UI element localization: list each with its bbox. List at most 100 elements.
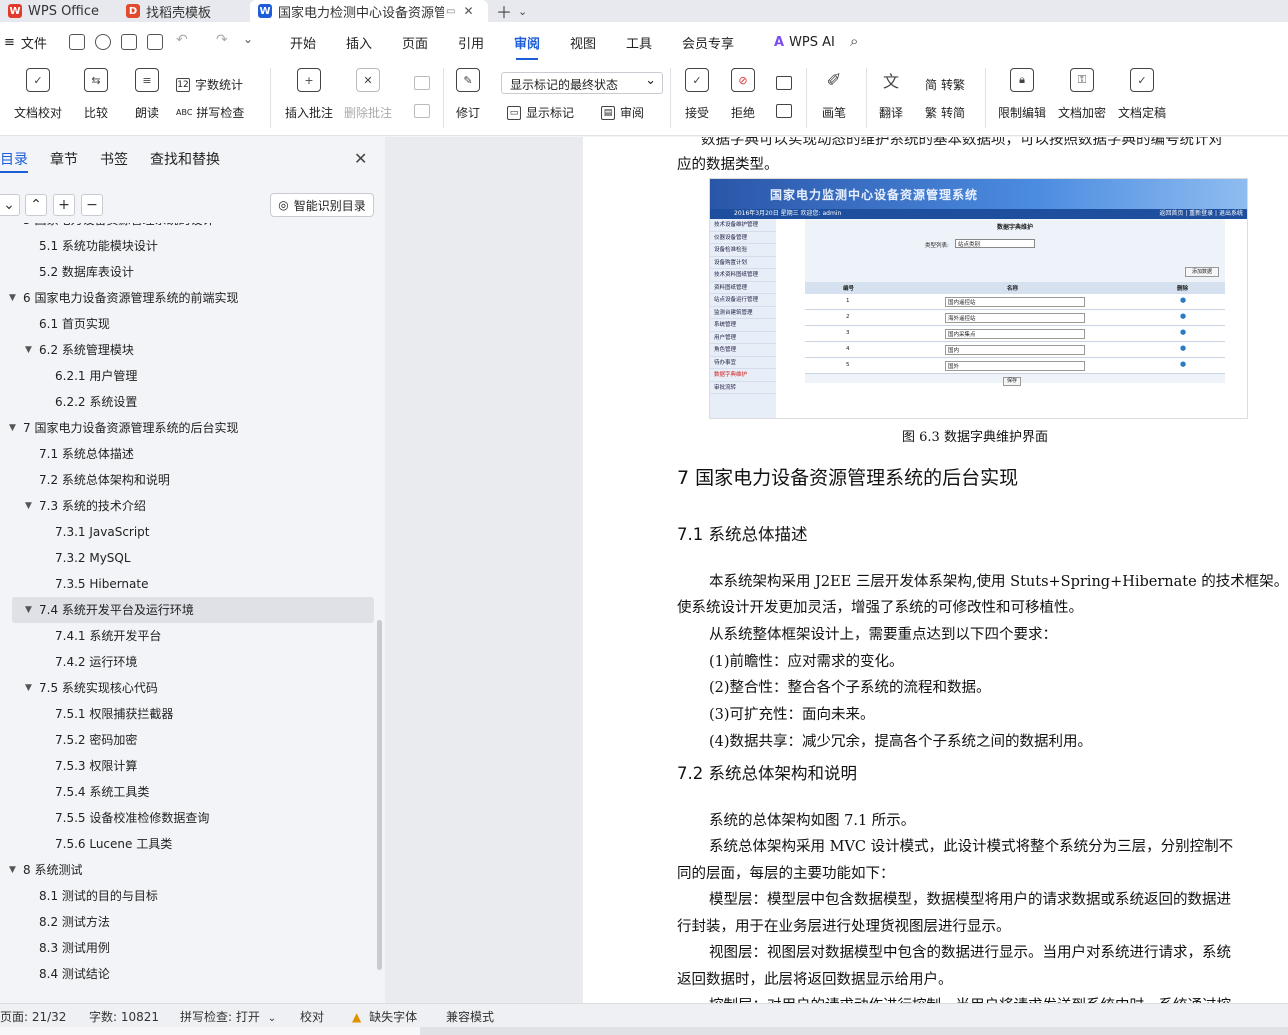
restrict-edit-button[interactable]: 🔒︎ 限制编辑 — [998, 68, 1046, 121]
chevron-down-icon[interactable]: ⌄ — [243, 32, 253, 46]
show-markup-button[interactable]: ▭ 显示标记 — [507, 104, 574, 121]
to-traditional-button[interactable]: 简 转繁 — [925, 76, 965, 93]
print-icon[interactable] — [121, 34, 137, 50]
tab-wps-office[interactable]: W WPS Office — [0, 0, 112, 22]
wps-ai-button[interactable]: A WPS AI — [774, 22, 835, 62]
expand-arrow-icon[interactable]: ▼ — [25, 597, 32, 623]
toc-item[interactable]: 8.2 测试方法 — [0, 909, 370, 935]
toc-item[interactable]: 7.5.4 系统工具类 — [0, 779, 370, 805]
read-aloud-button[interactable]: ≡ 朗读 — [135, 68, 159, 121]
page-indicator[interactable]: 页面: 21/32 — [0, 1008, 66, 1025]
toc-item[interactable]: ▼ 8 系统测试 — [0, 857, 370, 883]
doc-compare-button[interactable]: ✓ 文档校对 — [14, 68, 62, 121]
smart-toc-button[interactable]: ◎ 智能识别目录 — [270, 193, 374, 217]
toc-item[interactable]: ▼ 7.4 系统开发平台及运行环境 — [12, 597, 374, 623]
markup-state-dropdown[interactable]: 显示标记的最终状态 — [501, 72, 663, 94]
tab-toc[interactable]: 目录 — [0, 149, 28, 173]
toc-item[interactable]: 7.1 系统总体描述 — [0, 441, 370, 467]
toc-item[interactable]: 6.1 首页实现 — [0, 311, 370, 337]
prev-change-icon[interactable] — [776, 76, 792, 90]
toc-item[interactable]: 8.3 测试用例 — [0, 935, 370, 961]
menu-review[interactable]: 审阅 — [514, 22, 540, 62]
toc-item[interactable]: ▼ 7.3 系统的技术介绍 — [0, 493, 370, 519]
menu-references[interactable]: 引用 — [458, 22, 484, 62]
toc-item[interactable]: 7.4.2 运行环境 — [0, 649, 370, 675]
toc-item[interactable]: 8.4 测试结论 — [0, 961, 370, 987]
word-count-indicator[interactable]: 字数: 10821 — [89, 1008, 159, 1025]
toc-item[interactable]: 5.2 数据库表设计 — [0, 259, 370, 285]
tab-bookmarks[interactable]: 书签 — [100, 149, 128, 173]
doc-finalize-button[interactable]: ✓ 文档定稿 — [1118, 68, 1166, 121]
save-icon[interactable] — [69, 34, 85, 50]
menu-view[interactable]: 视图 — [570, 22, 596, 62]
toc-item[interactable]: 5.1 系统功能模块设计 — [0, 233, 370, 259]
redo-icon[interactable]: ↷ — [216, 32, 228, 48]
promote-icon[interactable]: ⌃ — [25, 194, 47, 216]
search-icon[interactable]: ⌕ — [850, 32, 858, 50]
new-tab-button[interactable]: ＋ ⌄ — [496, 0, 527, 22]
toc-item[interactable]: 7.5.2 密码加密 — [0, 727, 370, 753]
file-menu[interactable]: ≡ 文件 — [4, 22, 47, 62]
toc-item[interactable]: 7.5.6 Lucene 工具类 — [0, 831, 370, 857]
track-changes-button[interactable]: ✎ 修订 — [456, 68, 480, 121]
toc-item[interactable]: 7.4.1 系统开发平台 — [0, 623, 370, 649]
accept-button[interactable]: ✓ 接受 — [685, 68, 709, 121]
prev-comment-icon[interactable] — [414, 76, 430, 90]
close-tab-icon[interactable]: ✕ — [463, 4, 473, 18]
toc-item[interactable]: 5 国家电力设备资源管理系统的设计 — [0, 223, 370, 233]
toc-item[interactable]: ▼ 6 国家电力设备资源管理系统的前端实现 — [0, 285, 370, 311]
reject-button[interactable]: ⊘ 拒绝 — [731, 68, 755, 121]
collapse-icon[interactable]: ⌄ — [0, 194, 20, 216]
toc-item[interactable]: ▼ 7 国家电力设备资源管理系统的后台实现 — [0, 415, 370, 441]
compare-button[interactable]: ⇆ 比较 — [84, 68, 108, 121]
insert-comment-button[interactable]: + 插入批注 — [285, 68, 333, 121]
expand-arrow-icon[interactable]: ▼ — [9, 857, 16, 883]
document-page[interactable]: 数据字典可以实现动态的维护系统的基本数据项，可以按照数据字典的编号统计对 应的数… — [583, 137, 1288, 1003]
toc-item[interactable]: 6.2.2 系统设置 — [0, 389, 370, 415]
share-icon[interactable] — [95, 34, 111, 50]
toc-item[interactable]: 7.3.5 Hibernate — [0, 571, 370, 597]
toc-item[interactable]: ▼ 7.5 系统实现核心代码 — [0, 675, 370, 701]
toc-item[interactable]: ▼ 6.2 系统管理模块 — [0, 337, 370, 363]
word-count-button[interactable]: 12 字数统计 — [176, 76, 243, 93]
doc-encrypt-button[interactable]: ⚿ 文档加密 — [1058, 68, 1106, 121]
menu-insert[interactable]: 插入 — [346, 22, 372, 62]
expand-arrow-icon[interactable]: ▼ — [9, 415, 16, 441]
remove-heading-icon[interactable]: − — [81, 194, 103, 216]
menu-tools[interactable]: 工具 — [626, 22, 652, 62]
add-heading-icon[interactable]: + — [53, 194, 75, 216]
toc-item[interactable]: 7.5.1 权限捕获拦截器 — [0, 701, 370, 727]
spell-check-button[interactable]: ABC 拼写检查 — [176, 104, 244, 121]
toc-item[interactable]: 7.2 系统总体架构和说明 — [0, 467, 370, 493]
pen-button[interactable]: ✐ 画笔 — [822, 68, 846, 121]
toc-item[interactable]: 7.5.3 权限计算 — [0, 753, 370, 779]
menu-start[interactable]: 开始 — [290, 22, 316, 62]
expand-arrow-icon[interactable]: ▼ — [25, 493, 32, 519]
next-comment-icon[interactable] — [414, 104, 430, 118]
proofread-indicator[interactable]: 校对 — [300, 1008, 324, 1025]
delete-comment-button[interactable]: ✕ 删除批注 — [344, 68, 392, 121]
toc-item[interactable]: 7.3.1 JavaScript — [0, 519, 370, 545]
expand-arrow-icon[interactable]: ▼ — [25, 675, 32, 701]
print-preview-icon[interactable] — [147, 34, 163, 50]
close-pane-icon[interactable]: ✕ — [354, 149, 367, 168]
toc-item[interactable]: 7.5.5 设备校准检修数据查询 — [0, 805, 370, 831]
spell-check-indicator[interactable]: 拼写检查: 打开 ⌄ — [180, 1008, 276, 1025]
toc-item[interactable]: 8.1 测试的目的与目标 — [0, 883, 370, 909]
missing-font-indicator[interactable]: ▲ 缺失字体 — [352, 1008, 417, 1025]
menu-membership[interactable]: 会员专享 — [682, 22, 734, 62]
review-pane-button[interactable]: ▤ 审阅 — [601, 104, 644, 121]
tab-current-document[interactable]: W 国家电力检测中心设备资源管理 ▭ ✕ — [250, 0, 488, 22]
toc-item[interactable]: 6.2.1 用户管理 — [0, 363, 370, 389]
next-change-icon[interactable] — [776, 104, 792, 118]
translate-button[interactable]: 文 翻译 — [879, 68, 903, 121]
to-simplified-button[interactable]: 繁 转简 — [925, 104, 965, 121]
tab-docer-templates[interactable]: D 找稻壳模板 — [118, 0, 244, 22]
menu-page[interactable]: 页面 — [402, 22, 428, 62]
expand-arrow-icon[interactable]: ▼ — [9, 285, 16, 311]
undo-icon[interactable]: ↶ — [176, 32, 188, 48]
toc-item[interactable]: 7.3.2 MySQL — [0, 545, 370, 571]
tab-find-replace[interactable]: 查找和替换 — [150, 149, 220, 173]
chevron-down-icon[interactable]: ⌄ — [518, 5, 527, 18]
tab-chapters[interactable]: 章节 — [50, 149, 78, 173]
